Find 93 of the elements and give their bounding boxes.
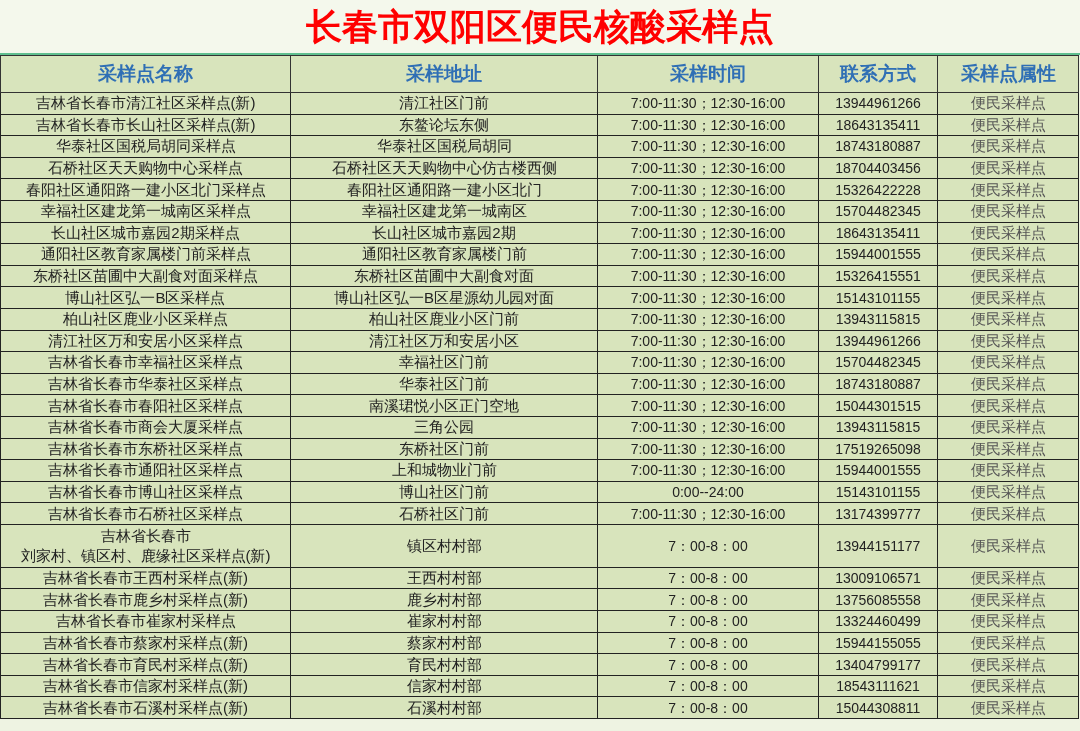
table-cell: 东桥社区苗圃中大副食对面: [290, 265, 598, 287]
table-cell: 吉林省长春市博山社区采样点: [0, 481, 291, 503]
table-cell: 7:00-11:30；12:30-16:00: [597, 438, 819, 460]
table-cell: 7:00-11:30；12:30-16:00: [597, 416, 819, 438]
table-cell: 通阳社区教育家属楼门前: [290, 243, 598, 266]
table-cell: 柏山社区鹿业小区门前: [290, 308, 598, 331]
table-cell: 吉林省长春市幸福社区采样点: [0, 351, 291, 374]
table-cell: 7:00-11:30；12:30-16:00: [597, 286, 819, 309]
table-cell: 南溪珺悦小区正门空地: [290, 394, 598, 417]
table-cell: 东桥社区苗圃中大副食对面采样点: [0, 265, 291, 287]
table-cell: 7:00-11:30；12:30-16:00: [597, 351, 819, 374]
table-cell: 华泰社区国税局胡同: [290, 135, 598, 158]
table-cell: 上和城物业门前: [290, 459, 598, 482]
table-cell: 7:00-11:30；12:30-16:00: [597, 243, 819, 266]
table-cell: 吉林省长春市信家村采样点(新): [0, 675, 291, 697]
table-cell: 清江社区万和安居小区采样点: [0, 330, 291, 352]
table-cell: 吉林省长春市鹿乡村采样点(新): [0, 588, 291, 611]
table-cell: 幸福社区建龙第一城南区采样点: [0, 200, 291, 223]
table-cell: 7:00-11:30；12:30-16:00: [597, 265, 819, 287]
table-cell: 吉林省长春市石溪村采样点(新): [0, 696, 291, 719]
table-cell: 通阳社区教育家属楼门前采样点: [0, 243, 291, 266]
table-cell: 7:00-11:30；12:30-16:00: [597, 135, 819, 158]
table-cell: 三角公园: [290, 416, 598, 438]
table-cell: 7：00-8：00: [597, 632, 819, 654]
table-cell: 7：00-8：00: [597, 653, 819, 676]
table-cell: 便民采样点: [937, 524, 1079, 568]
table-cell: 7:00-11:30；12:30-16:00: [597, 157, 819, 179]
table-cell: 春阳社区通阳路一建小区北门采样点: [0, 178, 291, 201]
table-cell: 蔡家村村部: [290, 632, 598, 654]
table-cell: 清江社区门前: [290, 92, 598, 115]
table-cell: 7：00-8：00: [597, 675, 819, 697]
table-cell: 东鳌论坛东侧: [290, 114, 598, 136]
table-cell: 7：00-8：00: [597, 588, 819, 611]
table-cell: 7:00-11:30；12:30-16:00: [597, 114, 819, 136]
table-cell: 吉林省长春市育民村采样点(新): [0, 653, 291, 676]
table-cell: 吉林省长春市崔家村采样点: [0, 610, 291, 633]
table-cell: 石桥社区天天购物中心采样点: [0, 157, 291, 179]
table-cell: 鹿乡村村部: [290, 588, 598, 611]
table-cell: 东桥社区门前: [290, 438, 598, 460]
column-header: 联系方式: [818, 55, 938, 93]
table-cell: 博山社区弘一B区星源幼儿园对面: [290, 286, 598, 309]
column-header: 采样时间: [597, 55, 819, 93]
table-cell: 吉林省长春市石桥社区采样点: [0, 502, 291, 525]
table-cell: 13944151177: [818, 524, 938, 568]
table-cell: 7:00-11:30；12:30-16:00: [597, 200, 819, 223]
table-cell: 吉林省长春市长山社区采样点(新): [0, 114, 291, 136]
column-header: 采样点名称: [0, 55, 291, 93]
table-cell: 7：00-8：00: [597, 610, 819, 633]
column-header: 采样地址: [290, 55, 598, 93]
table-cell: 7:00-11:30；12:30-16:00: [597, 222, 819, 244]
table-cell: 吉林省长春市春阳社区采样点: [0, 394, 291, 417]
table-cell: 7:00-11:30；12:30-16:00: [597, 394, 819, 417]
table-cell: 博山社区门前: [290, 481, 598, 503]
table-cell: 王西村村部: [290, 567, 598, 589]
table-cell: 7:00-11:30；12:30-16:00: [597, 502, 819, 525]
table-cell: 吉林省长春市华泰社区采样点: [0, 373, 291, 395]
table-cell: 崔家村村部: [290, 610, 598, 633]
table-cell: 吉林省长春市商会大厦采样点: [0, 416, 291, 438]
cell-text-line: 吉林省长春市: [99, 525, 192, 546]
table-cell: 幸福社区建龙第一城南区: [290, 200, 598, 223]
table-cell: 7:00-11:30；12:30-16:00: [597, 373, 819, 395]
table-cell: 育民村村部: [290, 653, 598, 676]
table-cell: 7:00-11:30；12:30-16:00: [597, 330, 819, 352]
table-cell: 7:00-11:30；12:30-16:00: [597, 308, 819, 331]
table-cell: 石桥社区门前: [290, 502, 598, 525]
table-cell: 石溪村村部: [290, 696, 598, 719]
table-cell: 幸福社区门前: [290, 351, 598, 374]
table-cell: 7：00-8：00: [597, 567, 819, 589]
table-cell: 清江社区万和安居小区: [290, 330, 598, 352]
table-cell: 吉林省长春市通阳社区采样点: [0, 459, 291, 482]
table-cell: 7:00-11:30；12:30-16:00: [597, 459, 819, 482]
sheet-title: 长春市双阳区便民核酸采样点: [0, 0, 1080, 55]
table-cell: 博山社区弘一B区采样点: [0, 286, 291, 309]
table-cell: 吉林省长春市清江社区采样点(新): [0, 92, 291, 115]
table-cell: 长山社区城市嘉园2期采样点: [0, 222, 291, 244]
table-cell: 7：00-8：00: [597, 696, 819, 719]
table-cell: 长山社区城市嘉园2期: [290, 222, 598, 244]
table-cell: 华泰社区门前: [290, 373, 598, 395]
table-cell: 吉林省长春市蔡家村采样点(新): [0, 632, 291, 654]
table-cell: 春阳社区通阳路一建小区北门: [290, 178, 598, 201]
table-cell: 7:00-11:30；12:30-16:00: [597, 92, 819, 115]
table-cell: 石桥社区天天购物中心仿古楼西侧: [290, 157, 598, 179]
table-cell: 信家村村部: [290, 675, 598, 697]
column-header: 采样点属性: [937, 55, 1079, 93]
table-cell: 华泰社区国税局胡同采样点: [0, 135, 291, 158]
table-cell: 柏山社区鹿业小区采样点: [0, 308, 291, 331]
table-cell: 7:00-11:30；12:30-16:00: [597, 178, 819, 201]
table-cell: 吉林省长春市王西村采样点(新): [0, 567, 291, 589]
table-cell: 7：00-8：00: [597, 524, 819, 568]
table-cell: 镇区村村部: [290, 524, 598, 568]
table-cell: 0:00--24:00: [597, 481, 819, 503]
table-cell: 吉林省长春市东桥社区采样点: [0, 438, 291, 460]
cell-text-line: 刘家村、镇区村、鹿缘社区采样点(新): [19, 545, 272, 566]
